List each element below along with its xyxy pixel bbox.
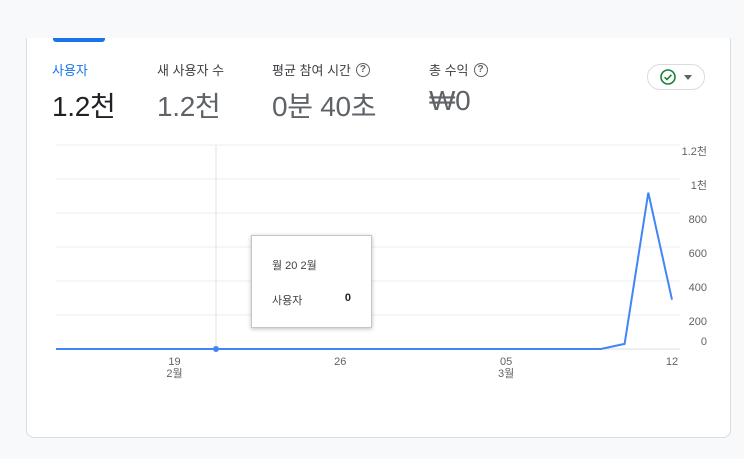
y-tick-label: 800 bbox=[689, 214, 707, 226]
users-line-chart: 192월 26 053월 12 0 200 400 600 800 1천 1.2천 bbox=[56, 144, 707, 380]
x-tick-label: 26 bbox=[334, 356, 346, 368]
y-tick-label: 1천 bbox=[691, 178, 707, 192]
chart-tooltip: 월 20 2월 사용자 0 bbox=[251, 235, 372, 328]
tooltip-value: 0 bbox=[344, 292, 351, 304]
x-tick-month-label: 3월 bbox=[498, 367, 514, 380]
x-tick-month-label: 2월 bbox=[166, 367, 182, 380]
y-tick-label: 400 bbox=[689, 282, 707, 294]
x-tick-label: 05 bbox=[500, 356, 512, 368]
y-tick-label: 600 bbox=[689, 248, 707, 260]
y-tick-label: 0 bbox=[701, 336, 707, 348]
y-tick-label: 1.2천 bbox=[682, 144, 707, 158]
tooltip-metric: 사용자 bbox=[272, 295, 303, 307]
tooltip-date: 월 20 2월 bbox=[272, 260, 317, 272]
x-tick-label: 19 bbox=[168, 356, 180, 368]
x-tick-label: 12 bbox=[666, 356, 678, 368]
hover-point bbox=[213, 346, 219, 352]
y-tick-label: 200 bbox=[689, 316, 707, 328]
